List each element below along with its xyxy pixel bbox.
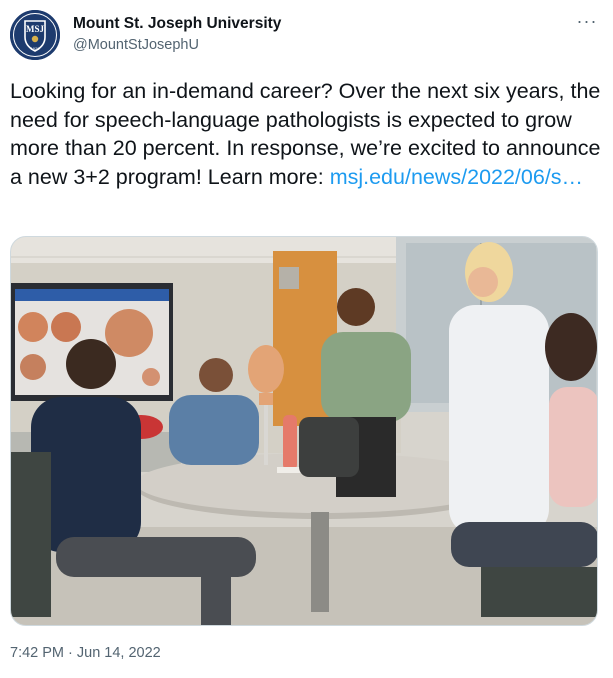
msj-seal-icon: MSJ 1920 [10,10,60,60]
tweet-text: Looking for an in-demand career? Over th… [10,77,602,191]
author-handle[interactable]: @MountStJosephU [73,37,199,53]
avatar[interactable]: MSJ 1920 [10,10,60,60]
more-icon: ··· [576,10,598,31]
tweet-card: MSJ 1920 Mount St. Joseph University @Mo… [0,0,613,678]
avatar-monogram: MSJ [26,24,45,34]
author-name[interactable]: Mount St. Joseph University [73,15,281,33]
tweet-link[interactable]: msj.edu/news/2022/06/s… [330,165,583,189]
classroom-photo [11,237,597,625]
avatar-year: 1920 [31,46,41,51]
more-options-button[interactable]: ··· [575,11,599,31]
tweet-photo[interactable] [10,236,598,626]
tweet-timestamp[interactable]: 7:42 PM · Jun 14, 2022 [10,645,161,661]
